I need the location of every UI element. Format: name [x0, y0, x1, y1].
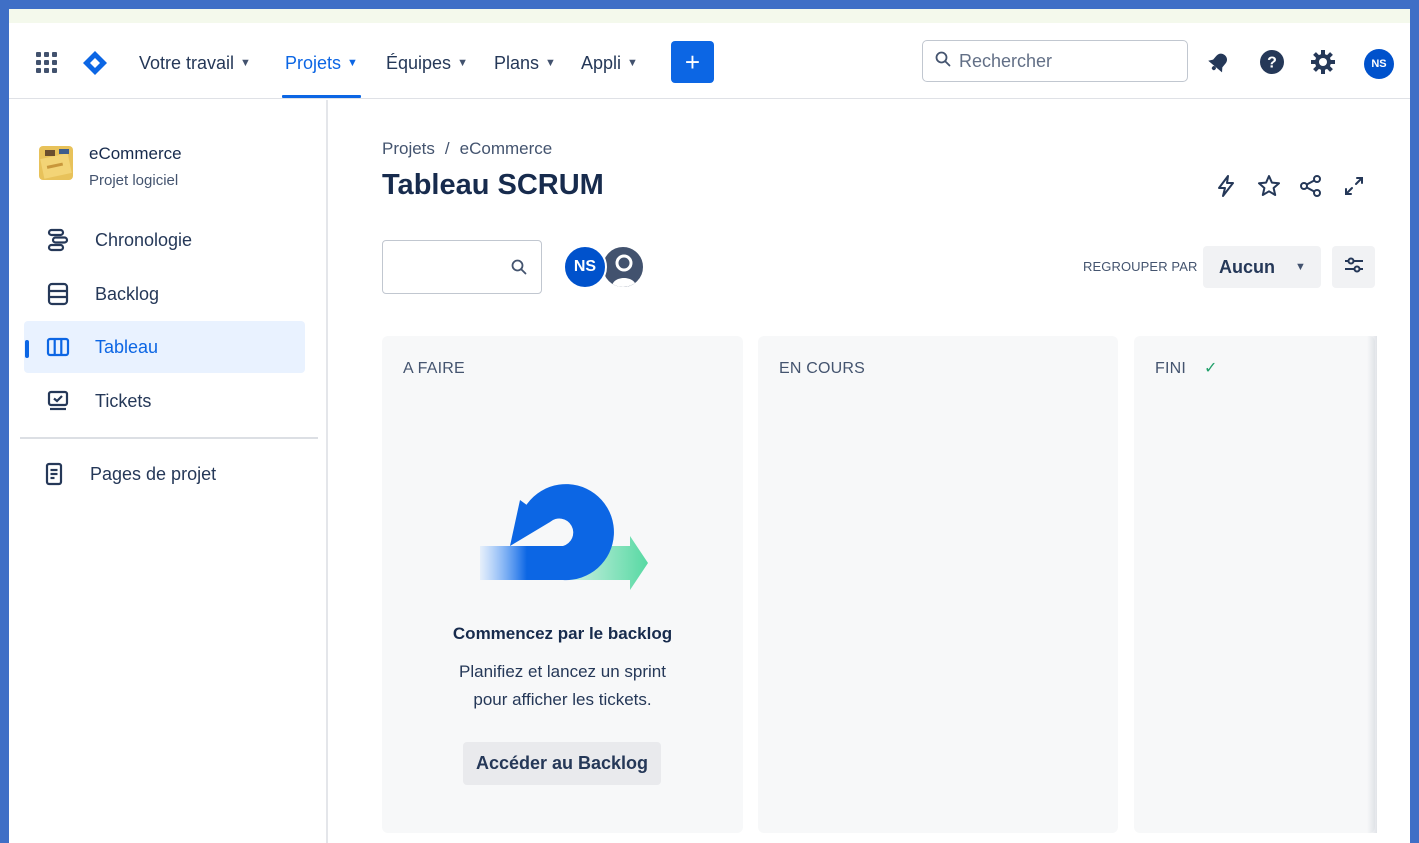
chevron-down-icon: ▼	[627, 57, 638, 69]
svg-text:?: ?	[1267, 55, 1277, 72]
nav-your-work-label: Votre travail	[139, 52, 235, 73]
selected-item-indicator	[25, 340, 29, 358]
settings-gear-icon[interactable]	[1310, 49, 1336, 75]
page-title: Tableau SCRUM	[382, 169, 604, 201]
column-title: FINI	[1155, 360, 1187, 377]
nav-teams-label: Équipes	[386, 52, 452, 73]
board-icon	[46, 335, 70, 359]
nav-teams[interactable]: Équipes ▼	[386, 50, 468, 76]
sidebar-item-project-pages[interactable]: Pages de projet	[24, 448, 305, 500]
nav-projects[interactable]: Projets ▼	[285, 50, 358, 76]
chevron-down-icon: ▼	[347, 57, 358, 69]
unassigned-avatar[interactable]	[601, 245, 645, 289]
sliders-icon	[1342, 253, 1366, 282]
sidebar-item-label: Pages de projet	[90, 463, 217, 484]
sidebar-item-issues[interactable]: Tickets	[24, 375, 305, 427]
search-icon	[511, 259, 527, 280]
create-button-label: +	[684, 46, 701, 77]
project-avatar[interactable]	[39, 146, 73, 180]
sidebar-item-backlog[interactable]: Backlog	[24, 268, 305, 320]
timeline-icon	[46, 228, 70, 252]
board-column-in-progress[interactable]: EN COURS	[758, 336, 1118, 833]
top-navigation: Votre travail ▼ Projets ▼ Équipes ▼ Plan…	[9, 23, 1410, 99]
breadcrumb-separator: /	[444, 139, 450, 158]
board-search-input[interactable]	[393, 253, 503, 281]
group-by-value: Aucun	[1219, 256, 1275, 277]
search-icon	[935, 51, 951, 72]
sidebar-item-label: Tableau	[95, 336, 159, 357]
board-column-done[interactable]: FINI ✓	[1134, 336, 1375, 833]
jira-logo-icon[interactable]	[82, 50, 108, 76]
empty-state-line: Planifiez et lancez un sprint	[459, 662, 666, 681]
nav-apps-label: Appli	[581, 52, 622, 73]
chevron-down-icon: ▼	[545, 57, 556, 69]
empty-state-line: pour afficher les tickets.	[473, 690, 652, 709]
chevron-down-icon: ▼	[457, 57, 468, 69]
column-title: A FAIRE	[403, 360, 465, 377]
board-column-todo[interactable]: A FAIRE Commencez par le backlog Planifi…	[382, 336, 743, 833]
assignee-avatar-ns[interactable]: NS	[563, 245, 607, 289]
nav-plans-label: Plans	[494, 52, 540, 73]
sidebar-item-board[interactable]: Tableau	[24, 321, 305, 373]
column-title: EN COURS	[779, 360, 866, 377]
app-switcher-icon[interactable]	[36, 52, 58, 74]
sidebar-item-label: Backlog	[95, 283, 160, 304]
issues-icon	[46, 389, 70, 413]
fullscreen-expand-icon[interactable]	[1340, 172, 1368, 200]
group-by-label: REGROUPER PAR	[1083, 259, 1198, 274]
scroll-shadow	[1367, 336, 1377, 833]
star-icon[interactable]	[1255, 172, 1283, 200]
check-icon: ✓	[1204, 360, 1218, 377]
empty-state-description: Planifiez et lancez un sprint pour affic…	[382, 658, 743, 714]
go-to-backlog-button[interactable]: Accéder au Backlog	[463, 742, 661, 785]
help-icon[interactable]: ?	[1259, 49, 1285, 75]
nav-plans[interactable]: Plans ▼	[494, 50, 556, 76]
notifications-icon[interactable]	[1206, 49, 1232, 75]
sidebar-item-label: Tickets	[95, 390, 152, 411]
create-button[interactable]: +	[671, 41, 714, 83]
page-icon	[42, 462, 66, 486]
go-to-backlog-label: Accéder au Backlog	[475, 753, 649, 773]
active-nav-indicator	[282, 95, 361, 98]
view-settings-button[interactable]	[1332, 246, 1375, 288]
user-initials: NS	[1371, 58, 1387, 70]
nav-apps[interactable]: Appli ▼	[581, 50, 638, 76]
sidebar-divider	[20, 437, 318, 439]
sidebar-item-timeline[interactable]: Chronologie	[24, 214, 305, 266]
backlog-cycle-illustration	[480, 466, 650, 602]
backlog-icon	[46, 282, 70, 306]
breadcrumb-project[interactable]: eCommerce	[460, 139, 553, 159]
sidebar-item-label: Chronologie	[95, 229, 193, 250]
project-type: Projet logiciel	[89, 172, 179, 189]
board-search-field[interactable]	[382, 240, 542, 294]
project-name[interactable]: eCommerce	[89, 144, 182, 164]
top-strip	[9, 9, 1410, 23]
breadcrumb-projects[interactable]: Projets	[382, 139, 435, 159]
breadcrumb: Projets / eCommerce	[382, 139, 552, 159]
nav-your-work[interactable]: Votre travail ▼	[139, 50, 251, 76]
automation-lightning-icon[interactable]	[1212, 172, 1240, 200]
empty-state-title: Commencez par le backlog	[452, 624, 673, 643]
share-icon[interactable]	[1297, 172, 1325, 200]
chevron-down-icon: ▼	[240, 57, 251, 69]
group-by-select[interactable]: Aucun ▼	[1203, 246, 1321, 288]
assignee-initials: NS	[573, 258, 597, 275]
nav-projects-label: Projets	[285, 52, 342, 73]
global-search[interactable]	[922, 40, 1188, 82]
chevron-down-icon: ▼	[1295, 261, 1306, 273]
project-sidebar: eCommerce Projet logiciel Chronologie Ba…	[9, 100, 328, 843]
search-input[interactable]	[959, 50, 1169, 72]
user-avatar[interactable]: NS	[1364, 49, 1394, 79]
